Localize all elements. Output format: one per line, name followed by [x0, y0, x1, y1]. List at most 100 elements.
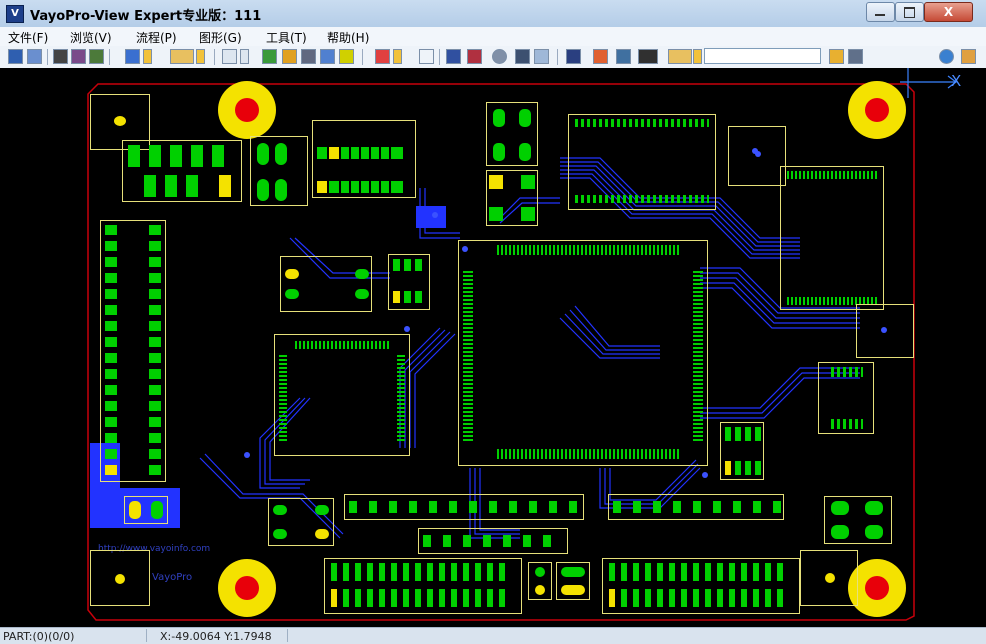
dropdown-icon[interactable] — [393, 49, 402, 64]
minimize-button[interactable] — [866, 2, 895, 22]
list-icon[interactable] — [262, 49, 277, 64]
panel2-icon[interactable] — [467, 49, 482, 64]
status-divider — [287, 629, 288, 642]
crystal-3[interactable] — [280, 256, 372, 312]
resistor-array-row[interactable] — [608, 494, 784, 520]
pin-row-right — [693, 271, 703, 441]
status-coordinates: X:-49.0064 Y:1.7948 — [160, 630, 272, 643]
diode[interactable] — [556, 562, 590, 600]
capacitor[interactable] — [124, 496, 168, 524]
pin-row — [331, 589, 505, 607]
pad — [257, 143, 269, 165]
grid-icon[interactable] — [53, 49, 68, 64]
regulator-chip[interactable] — [818, 362, 874, 434]
filter-icon[interactable] — [375, 49, 390, 64]
binoculars-icon[interactable] — [515, 49, 530, 64]
chip-icon[interactable] — [638, 49, 658, 64]
button-switch[interactable] — [486, 170, 538, 226]
resistor-array-row[interactable] — [344, 494, 584, 520]
rect-icon[interactable] — [301, 49, 316, 64]
pin-row — [609, 589, 783, 607]
vayo-logo-icon[interactable]: V — [6, 5, 24, 23]
image-icon[interactable] — [616, 49, 631, 64]
pad — [521, 175, 535, 189]
ic-outline — [728, 126, 786, 186]
menu-process[interactable]: 流程(P) — [136, 29, 177, 46]
panel-icon[interactable] — [446, 49, 461, 64]
right-chip[interactable] — [780, 166, 884, 310]
main-qfp-chip[interactable] — [458, 240, 708, 466]
small-ic[interactable] — [388, 254, 430, 310]
layer-icon[interactable] — [71, 49, 86, 64]
measure-icon[interactable] — [534, 49, 549, 64]
menu-tools[interactable]: 工具(T) — [266, 29, 307, 46]
settings-icon[interactable] — [829, 49, 844, 64]
menu-view[interactable]: 浏览(V) — [70, 29, 112, 46]
pad — [535, 567, 545, 577]
color-bars-icon[interactable] — [593, 49, 608, 64]
capacitor-pair[interactable] — [824, 496, 892, 544]
pin-row-top — [497, 245, 681, 255]
pcb-canvas[interactable]: X http://www.vayoinfo.com VayoPro — [0, 68, 986, 627]
select-icon[interactable] — [320, 49, 335, 64]
pad — [493, 143, 505, 161]
connector-bottom-right[interactable] — [602, 558, 800, 614]
crystal[interactable] — [250, 136, 308, 206]
small-ic[interactable] — [720, 422, 764, 480]
points-icon[interactable] — [339, 49, 354, 64]
pad — [219, 175, 231, 197]
zoom-icon[interactable] — [222, 49, 237, 64]
relay[interactable] — [312, 120, 416, 198]
bars-icon[interactable] — [566, 49, 581, 64]
pad — [831, 501, 849, 515]
board-icon[interactable] — [89, 49, 104, 64]
via — [702, 472, 708, 478]
fiducial — [115, 574, 125, 584]
resistor-array-row[interactable] — [418, 528, 568, 554]
menu-graphics[interactable]: 图形(G) — [199, 29, 242, 46]
close-button[interactable]: X — [924, 2, 973, 22]
eraser-icon[interactable] — [668, 49, 692, 64]
window-icon[interactable] — [419, 49, 434, 64]
pad — [149, 145, 161, 167]
save-as-icon[interactable] — [27, 49, 42, 64]
pad — [561, 567, 585, 577]
dropdown-icon[interactable] — [693, 49, 702, 64]
menu-help[interactable]: 帮助(H) — [327, 29, 369, 46]
home-icon[interactable] — [961, 49, 976, 64]
report-icon[interactable] — [848, 49, 863, 64]
pad — [170, 145, 182, 167]
axis-label-x: X — [951, 72, 962, 90]
color-icon[interactable] — [282, 49, 297, 64]
crystal-4[interactable] — [268, 498, 334, 546]
crystal-2[interactable] — [486, 102, 538, 166]
secondary-qfp-chip[interactable] — [274, 334, 410, 456]
view-icon[interactable] — [125, 49, 140, 64]
fiducial — [825, 573, 835, 583]
pin-row — [831, 419, 863, 429]
pin-row — [105, 225, 117, 475]
maximize-button[interactable] — [895, 2, 924, 22]
led[interactable] — [528, 562, 552, 600]
connector-top-left[interactable] — [122, 140, 242, 202]
pin-row-top — [295, 341, 389, 349]
menu-file[interactable]: 文件(F) — [8, 29, 48, 46]
fiducial — [114, 116, 126, 126]
status-divider — [146, 629, 147, 642]
pad — [144, 175, 156, 197]
target-icon[interactable] — [492, 49, 507, 64]
toolbar-search-input[interactable] — [704, 48, 821, 64]
dropdown-icon[interactable] — [240, 49, 249, 64]
globe-icon[interactable] — [939, 49, 954, 64]
connector-bottom-left[interactable] — [324, 558, 522, 614]
pin-row — [393, 291, 422, 303]
top-right-chip[interactable] — [568, 114, 716, 210]
connector-left-vertical[interactable] — [100, 220, 166, 482]
folder-icon[interactable] — [170, 49, 194, 64]
pad — [285, 289, 299, 299]
save-icon[interactable] — [8, 49, 23, 64]
pin-row — [613, 501, 781, 513]
dropdown-icon[interactable] — [143, 49, 152, 64]
dropdown-icon[interactable] — [196, 49, 205, 64]
pad — [315, 529, 329, 539]
